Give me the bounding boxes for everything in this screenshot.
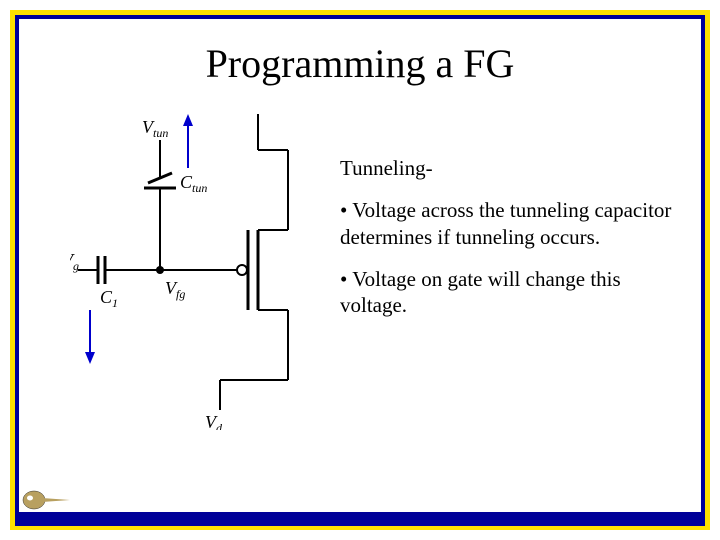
svg-text:Vfg: Vfg xyxy=(165,278,185,301)
bullet-1: • Voltage across the tunneling capacitor… xyxy=(340,197,680,250)
vtun-sub: tun xyxy=(153,126,168,140)
vg-sub: g xyxy=(73,259,79,273)
vd-sub: d xyxy=(216,421,223,430)
bullet-2: • Voltage on gate will change this volta… xyxy=(340,266,680,319)
slide-title: Programming a FG xyxy=(0,40,720,87)
arrow-up-icon xyxy=(183,114,193,168)
logo-icon xyxy=(22,488,72,512)
vfg-sub: fg xyxy=(176,287,185,301)
arrow-down-icon xyxy=(85,310,95,364)
svg-text:Vd: Vd xyxy=(205,412,223,430)
bottom-bar-inner xyxy=(15,512,705,526)
svg-text:C1: C1 xyxy=(100,287,118,310)
svg-text:Ctun: Ctun xyxy=(180,172,207,195)
tunneling-heading: Tunneling- xyxy=(340,155,680,181)
ctun-sub: tun xyxy=(192,181,207,195)
svg-text:Vg: Vg xyxy=(70,250,79,273)
circuit-diagram: Vtun Ctun Vg C1 Vfg Vd xyxy=(70,110,340,430)
svg-text:Vtun: Vtun xyxy=(142,117,168,140)
slide: Programming a FG xyxy=(0,0,720,540)
c1-sub: 1 xyxy=(112,296,118,310)
text-block: Tunneling- • Voltage across the tunnelin… xyxy=(340,155,680,334)
